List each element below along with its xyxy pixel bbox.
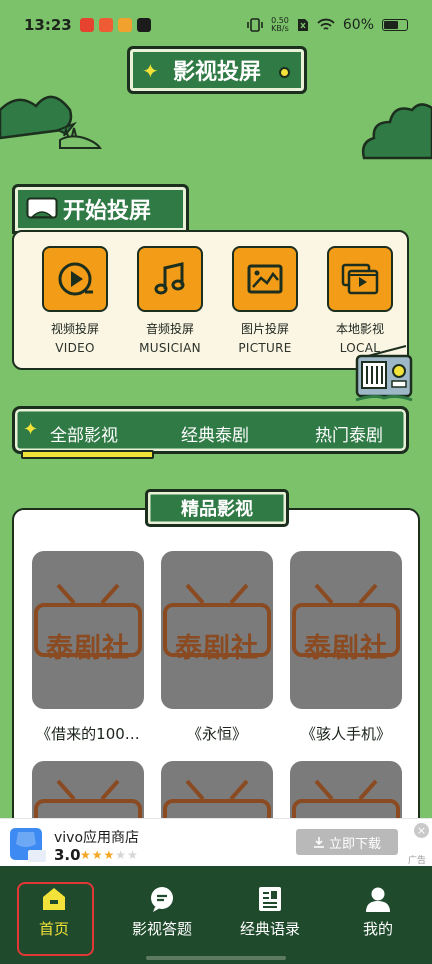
gesture-bar[interactable] bbox=[146, 956, 286, 960]
movie-card[interactable]: 泰剧社 《永恒》 bbox=[161, 551, 273, 744]
star-filled-icon: ★ bbox=[80, 848, 92, 862]
user-icon bbox=[366, 887, 390, 912]
download-icon bbox=[313, 837, 324, 848]
radio-decoration bbox=[355, 345, 413, 402]
sim-icon bbox=[297, 19, 308, 31]
placeholder-logo-text: 泰剧社 bbox=[46, 633, 130, 664]
nav-profile[interactable]: 我的 bbox=[333, 874, 423, 939]
picture-cast-tile[interactable]: 图片投屏 PICTURE bbox=[229, 246, 301, 355]
battery-percent: 60% bbox=[342, 17, 374, 33]
audio-cast-label: 音频投屏 bbox=[145, 322, 194, 336]
active-tab-indicator bbox=[21, 450, 154, 459]
document-icon bbox=[259, 887, 281, 911]
wifi-icon bbox=[317, 18, 335, 30]
vivo-app-store-logo-icon bbox=[10, 828, 46, 862]
nav-movie-quiz-label: 影视答题 bbox=[131, 920, 192, 938]
featured-title: 精品影视 bbox=[181, 499, 253, 520]
page-title-badge: ✦ 影视投屏 bbox=[127, 46, 307, 94]
audio-cast-button[interactable] bbox=[137, 246, 203, 312]
movie-card[interactable]: 泰剧社 《骇人手机》 bbox=[290, 551, 402, 744]
ad-star-rating: ★★★★★ bbox=[80, 848, 139, 862]
star-empty-icon: ★ bbox=[115, 848, 128, 862]
local-video-tile[interactable]: 本地影视 LOCAL bbox=[324, 246, 396, 355]
tab-classic-thai-drama[interactable]: 经典泰剧 bbox=[181, 421, 249, 446]
nav-movie-quiz[interactable]: 影视答题 bbox=[117, 874, 207, 939]
local-video-button[interactable] bbox=[327, 246, 393, 312]
movie-card[interactable]: 泰剧社 《借来的100… bbox=[32, 551, 144, 744]
tiktok-icon bbox=[136, 18, 151, 32]
tab-popular-thai-drama[interactable]: 热门泰剧 bbox=[315, 421, 383, 446]
download-label: 立即下载 bbox=[328, 836, 381, 852]
featured-section-title: 精品影视 bbox=[145, 489, 289, 527]
audio-cast-tile[interactable]: 音频投屏 MUSICIAN bbox=[134, 246, 206, 355]
play-icon bbox=[58, 262, 93, 296]
local-video-icon bbox=[341, 263, 379, 295]
local-video-label: 本地影视 bbox=[335, 322, 384, 336]
category-tabs: ✦ 全部影视 经典泰剧 热门泰剧 bbox=[12, 406, 409, 454]
tab-all-movies[interactable]: 全部影视 bbox=[50, 421, 118, 446]
net-speed-unit: KB/s bbox=[271, 24, 289, 33]
video-cast-tile[interactable]: 视频投屏 VIDEO bbox=[39, 246, 111, 355]
start-casting-title: 开始投屏 bbox=[63, 199, 152, 224]
download-button[interactable]: 立即下载 bbox=[296, 829, 398, 855]
page-title: 影视投屏 bbox=[172, 60, 261, 85]
bush-right-decoration bbox=[361, 103, 432, 160]
start-casting-header: 开始投屏 bbox=[12, 184, 189, 234]
sparkle-icon: ✦ bbox=[142, 59, 159, 83]
ad-rating: 3.0 bbox=[54, 846, 81, 864]
star-filled-icon: ★ bbox=[91, 848, 104, 862]
movie-thumbnail[interactable]: 泰剧社 bbox=[32, 551, 144, 709]
bush-left-decoration bbox=[0, 95, 102, 149]
movie-title: 《骇人手机》 bbox=[300, 725, 391, 743]
video-cast-button[interactable] bbox=[42, 246, 108, 312]
tv-placeholder-icon bbox=[163, 779, 271, 821]
ad-label: 广告 bbox=[408, 856, 427, 866]
picture-cast-button[interactable] bbox=[232, 246, 298, 312]
active-nav-highlight bbox=[17, 882, 94, 956]
video-cast-label: 视频投屏 bbox=[50, 322, 99, 336]
movie-thumbnail[interactable]: 泰剧社 bbox=[290, 551, 402, 709]
sparkle-icon: ✦ bbox=[23, 419, 39, 440]
star-filled-icon: ★ bbox=[103, 848, 116, 862]
audio-cast-sublabel: MUSICIAN bbox=[139, 341, 201, 355]
status-time: 13:23 bbox=[24, 16, 72, 34]
cast-icon bbox=[26, 197, 58, 219]
battery-icon bbox=[382, 19, 408, 31]
app-icon-red bbox=[79, 18, 94, 32]
placeholder-logo-text: 泰剧社 bbox=[304, 633, 388, 664]
picture-cast-sublabel: PICTURE bbox=[238, 341, 292, 355]
ad-banner[interactable]: vivo应用商店 3.0 ★★★★★ 立即下载 × 广告 bbox=[0, 818, 432, 866]
nav-profile-label: 我的 bbox=[362, 920, 393, 938]
chat-bubble-icon bbox=[151, 887, 173, 912]
nav-classic-quotes[interactable]: 经典语录 bbox=[225, 874, 315, 939]
nav-classic-quotes-label: 经典语录 bbox=[239, 920, 300, 938]
tv-placeholder-icon bbox=[34, 779, 142, 821]
movie-title: 《永恒》 bbox=[186, 725, 247, 743]
ad-close-button[interactable]: × bbox=[414, 823, 429, 838]
picture-cast-label: 图片投屏 bbox=[240, 322, 289, 336]
dot-decoration bbox=[279, 67, 290, 78]
video-cast-sublabel: VIDEO bbox=[55, 341, 95, 355]
ad-app-name: vivo应用商店 bbox=[54, 830, 140, 846]
movie-title: 《借来的100… bbox=[36, 725, 140, 743]
casting-options-panel: 视频投屏 VIDEO 音频投屏 MUSICIAN 图片投屏 PICTURE 本地… bbox=[12, 230, 409, 370]
movie-thumbnail[interactable]: 泰剧社 bbox=[161, 551, 273, 709]
net-speed: 0.50 KB/s bbox=[271, 17, 289, 33]
music-note-icon bbox=[154, 262, 185, 295]
status-bar: 13:23 0.50 KB/s 60% bbox=[0, 0, 432, 50]
star-empty-icon: ★ bbox=[127, 848, 139, 862]
app-icon-orange bbox=[117, 18, 132, 32]
vibrate-icon bbox=[247, 18, 263, 32]
tv-placeholder-icon bbox=[292, 779, 400, 821]
placeholder-logo-text: 泰剧社 bbox=[175, 633, 259, 664]
picture-icon bbox=[247, 264, 283, 294]
app-icon-red-2 bbox=[98, 18, 113, 32]
